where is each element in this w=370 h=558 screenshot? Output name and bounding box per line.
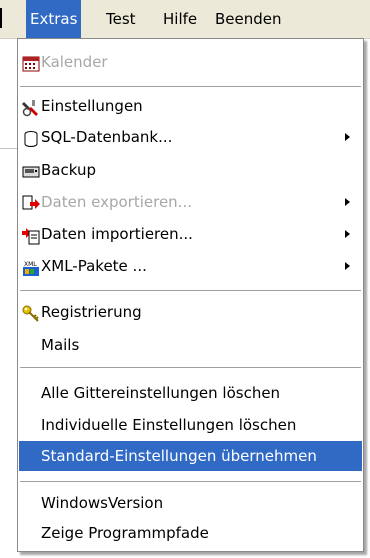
menu-item-label: Mails <box>41 336 80 354</box>
menu-item-label: Registrierung <box>41 303 142 321</box>
settings-tools-icon <box>22 97 40 117</box>
menu-test[interactable]: Test <box>102 0 140 38</box>
menu-extras[interactable]: Extras <box>26 0 82 38</box>
extras-dropdown-menu: Kalender Einstellungen SQL-Datenbank... <box>17 38 364 552</box>
menu-item-daten-exportieren[interactable]: Daten exportieren... <box>19 187 362 217</box>
menu-separator <box>20 367 361 369</box>
menu-beenden[interactable]: Beenden <box>211 0 286 38</box>
key-icon <box>22 303 40 322</box>
menu-item-label: Standard-Einstellungen übernehmen <box>41 447 317 465</box>
menubar-edge <box>0 8 2 28</box>
menu-item-kalender[interactable]: Kalender <box>19 47 362 77</box>
menu-item-standard-einstellungen-uebernehmen[interactable]: Standard-Einstellungen übernehmen <box>19 441 362 471</box>
menu-test-label: Test <box>106 10 136 28</box>
menu-bar: Extras Test Hilfe Beenden <box>0 0 370 39</box>
menu-item-zeige-programmpfade[interactable]: Zeige Programmpfade <box>19 518 362 548</box>
svg-text:XML: XML <box>24 261 37 268</box>
menu-item-label: Backup <box>41 161 96 179</box>
menu-hilfe-label: Hilfe <box>163 10 198 28</box>
menu-separator <box>20 86 361 88</box>
menu-beenden-label: Beenden <box>215 10 282 28</box>
menu-item-label: Daten exportieren... <box>41 193 192 211</box>
menu-item-backup[interactable]: Backup <box>19 155 362 185</box>
menu-item-label: XML-Pakete ... <box>41 257 147 275</box>
menu-item-label: Kalender <box>41 53 108 71</box>
menu-item-windowsversion[interactable]: WindowsVersion <box>19 488 362 518</box>
backup-drive-icon <box>22 161 40 179</box>
submenu-arrow-icon <box>345 230 350 238</box>
calendar-icon <box>22 53 40 72</box>
menu-item-label: Alle Gittereinstellungen löschen <box>41 384 281 402</box>
menu-item-daten-importieren[interactable]: Daten importieren... <box>19 219 362 249</box>
menu-item-label: Einstellungen <box>41 97 143 115</box>
submenu-arrow-icon <box>345 133 350 141</box>
menu-hilfe[interactable]: Hilfe <box>159 0 201 38</box>
database-icon <box>22 128 40 147</box>
menu-item-individuelle-einstellungen-loeschen[interactable]: Individuelle Einstellungen löschen <box>19 410 362 440</box>
background-window-edge <box>0 148 17 149</box>
menu-item-xml-pakete[interactable]: XML XML-Pakete ... <box>19 251 362 281</box>
menu-item-einstellungen[interactable]: Einstellungen <box>19 91 362 121</box>
menu-item-label: SQL-Datenbank... <box>41 128 173 146</box>
submenu-arrow-icon <box>345 198 350 206</box>
menu-item-mails[interactable]: Mails <box>19 330 362 360</box>
menu-item-sql-datenbank[interactable]: SQL-Datenbank... <box>19 122 362 152</box>
menu-item-label: Zeige Programmpfade <box>41 524 209 542</box>
menu-item-label: Individuelle Einstellungen löschen <box>41 416 297 434</box>
menu-extras-label: Extras <box>30 10 78 28</box>
menu-item-alle-gittereinstellungen-loeschen[interactable]: Alle Gittereinstellungen löschen <box>19 378 362 408</box>
export-icon <box>22 193 40 211</box>
menu-separator <box>20 481 361 483</box>
menu-item-registrierung[interactable]: Registrierung <box>19 297 362 327</box>
menu-item-label: WindowsVersion <box>41 494 164 512</box>
menu-separator <box>20 290 361 292</box>
import-icon <box>22 225 40 245</box>
submenu-arrow-icon <box>345 262 350 270</box>
menu-item-label: Daten importieren... <box>41 225 193 243</box>
xml-package-icon: XML <box>22 257 40 276</box>
